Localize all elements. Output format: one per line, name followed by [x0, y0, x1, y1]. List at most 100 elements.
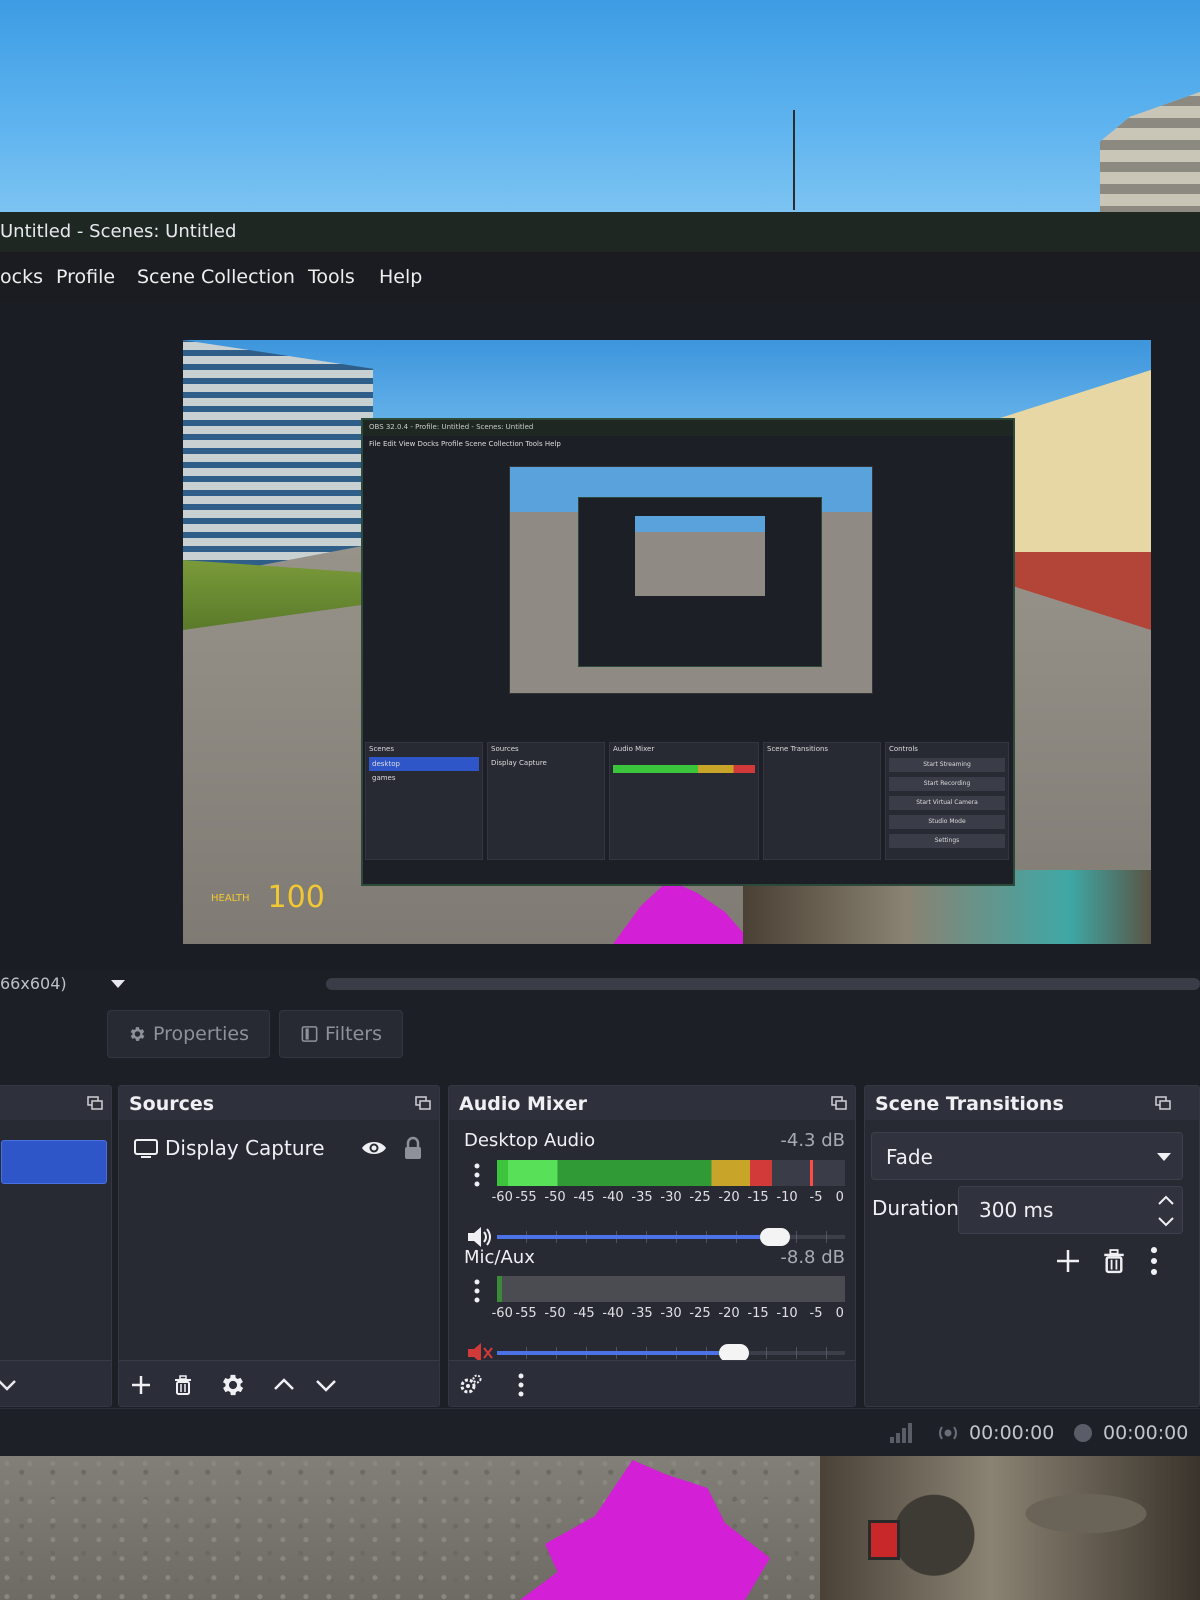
gear-icon[interactable] — [219, 1371, 247, 1399]
trash-icon[interactable] — [1097, 1244, 1131, 1278]
chevron-up-icon[interactable] — [270, 1371, 298, 1399]
float-dock-icon[interactable] — [831, 1096, 847, 1110]
float-dock-icon[interactable] — [415, 1096, 431, 1110]
properties-toolbar: Properties Filters — [0, 998, 1200, 1060]
audio-meter-level — [497, 1160, 772, 1186]
nested-obs-preview-inner2 — [635, 516, 765, 596]
sources-dock-header: Sources — [119, 1086, 439, 1120]
preview-zoom-row: 66x604) — [0, 970, 1200, 998]
meter-scale-label: -45 — [573, 1190, 595, 1205]
scene-transitions-header: Scene Transitions — [865, 1086, 1199, 1120]
chevron-down-icon[interactable] — [110, 976, 126, 992]
meter-scale-label: -60 — [491, 1190, 513, 1205]
meter-scale-label: -35 — [631, 1306, 653, 1321]
menu-tools[interactable]: Tools — [308, 266, 355, 288]
nested-sources-dock: Sources Display Capture — [487, 742, 605, 860]
filters-button[interactable]: Filters — [279, 1010, 403, 1058]
audio-meter — [497, 1276, 845, 1302]
nested-meter — [613, 765, 755, 773]
audio-meter-peak — [810, 1160, 814, 1186]
meter-scale-label: -40 — [602, 1306, 624, 1321]
obs-window: Untitled - Scenes: Untitled ocks Profile… — [0, 212, 1200, 1456]
chevron-down-icon[interactable] — [1154, 1211, 1178, 1233]
scenes-dock-footer — [0, 1360, 111, 1406]
nested-mixer-dock: Audio Mixer — [609, 742, 759, 860]
zoom-label: 66x604) — [0, 974, 67, 993]
preview-building — [183, 340, 373, 580]
meter-scale-label: 0 — [835, 1306, 844, 1321]
game-antenna-background — [793, 110, 795, 210]
sources-dock-title: Sources — [129, 1093, 215, 1115]
chevron-up-icon[interactable] — [1154, 1189, 1178, 1211]
advanced-audio-gear-icon[interactable] — [457, 1371, 485, 1399]
gear-icon — [130, 1027, 145, 1041]
program-preview[interactable]: HEALTH 100 OBS 32.0.4 - Profile: Untitled… — [183, 340, 1151, 944]
transition-select[interactable]: Fade — [871, 1132, 1183, 1180]
nested-mixer-title: Audio Mixer — [613, 745, 655, 753]
menu-help[interactable]: Help — [379, 266, 422, 288]
eye-icon[interactable] — [361, 1138, 387, 1158]
float-dock-icon[interactable] — [87, 1096, 103, 1110]
chevron-down-icon[interactable] — [312, 1371, 340, 1399]
kebab-menu-icon[interactable] — [507, 1371, 535, 1399]
source-name: Display Capture — [165, 1136, 325, 1160]
menu-profile[interactable]: Profile — [56, 266, 115, 288]
meter-scale-label: 0 — [835, 1190, 844, 1205]
filter-icon — [301, 1026, 318, 1042]
nested-scenes-dock: Scenes desktop games — [365, 742, 483, 860]
stream-time: 00:00:00 — [969, 1422, 1055, 1444]
kebab-menu-icon[interactable] — [1137, 1244, 1171, 1278]
nested-start-streaming: Start Streaming — [889, 758, 1005, 772]
chevron-down-icon[interactable] — [0, 1371, 25, 1399]
menu-docks[interactable]: ocks — [0, 266, 43, 288]
audio-mixer-footer — [449, 1360, 855, 1406]
nested-transitions-dock: Scene Transitions — [763, 742, 881, 860]
menu-bar: ocks Profile Scene Collection Tools Help — [0, 252, 1200, 302]
source-list-item[interactable]: Display Capture — [125, 1130, 433, 1166]
record-time: 00:00:00 — [1103, 1422, 1189, 1444]
lock-icon[interactable] — [403, 1136, 423, 1160]
window-title: Untitled - Scenes: Untitled — [0, 221, 237, 242]
kebab-menu-icon[interactable] — [469, 1276, 485, 1306]
audio-mixer-header: Audio Mixer — [449, 1086, 855, 1120]
volume-slider-fill — [497, 1235, 776, 1239]
scene-transitions-title: Scene Transitions — [875, 1093, 1064, 1115]
meter-scale-label: -40 — [602, 1190, 624, 1205]
nested-transitions-title: Scene Transitions — [767, 745, 829, 753]
transition-selected-value: Fade — [886, 1145, 933, 1169]
nested-studio-mode: Studio Mode — [889, 815, 1005, 829]
sources-dock: Sources Display Capture — [118, 1085, 440, 1407]
plus-icon[interactable] — [1051, 1244, 1085, 1278]
meter-scale: -60 -55 -50 -45 -40 -35 -30 -25 -20 -15 -10 -5 0 — [492, 1306, 845, 1322]
broadcast-icon — [939, 1426, 957, 1440]
channel-db: -4.3 dB — [780, 1130, 845, 1151]
scenes-dock-header — [0, 1086, 111, 1120]
nested-scene-games: games — [372, 774, 396, 782]
trash-icon[interactable] — [169, 1371, 197, 1399]
channel-db: -8.8 dB — [780, 1247, 845, 1268]
volume-slider[interactable] — [497, 1227, 845, 1247]
plus-icon[interactable] — [127, 1371, 155, 1399]
monitor-icon — [134, 1139, 158, 1158]
record-icon — [1074, 1424, 1092, 1442]
meter-scale-label: -55 — [515, 1190, 537, 1205]
meter-scale: -60 -55 -50 -45 -40 -35 -30 -25 -20 -15 -10 -5 0 — [492, 1190, 845, 1206]
duration-spinbox[interactable]: 300 ms — [958, 1186, 1183, 1234]
properties-button[interactable]: Properties — [107, 1010, 270, 1058]
nested-source-display: Display Capture — [491, 759, 547, 767]
meter-scale-label: -25 — [689, 1306, 711, 1321]
title-bar[interactable]: Untitled - Scenes: Untitled — [0, 212, 1200, 252]
meter-scale-label: -20 — [718, 1190, 740, 1205]
preview-horizontal-scrollbar[interactable] — [326, 978, 1200, 990]
kebab-menu-icon[interactable] — [469, 1160, 485, 1190]
volume-slider-knob[interactable] — [760, 1228, 791, 1246]
duration-label: Duration — [872, 1196, 959, 1220]
filters-label: Filters — [325, 1023, 382, 1045]
preview-health-value: 100 — [267, 880, 325, 915]
preview-health-hud: HEALTH 100 — [211, 880, 325, 915]
scene-list-item-selected[interactable] — [1, 1140, 107, 1184]
meter-scale-label: -30 — [660, 1190, 682, 1205]
float-dock-icon[interactable] — [1155, 1096, 1171, 1110]
menu-scene-collection[interactable]: Scene Collection — [137, 266, 295, 288]
nested-settings: Settings — [889, 834, 1005, 848]
